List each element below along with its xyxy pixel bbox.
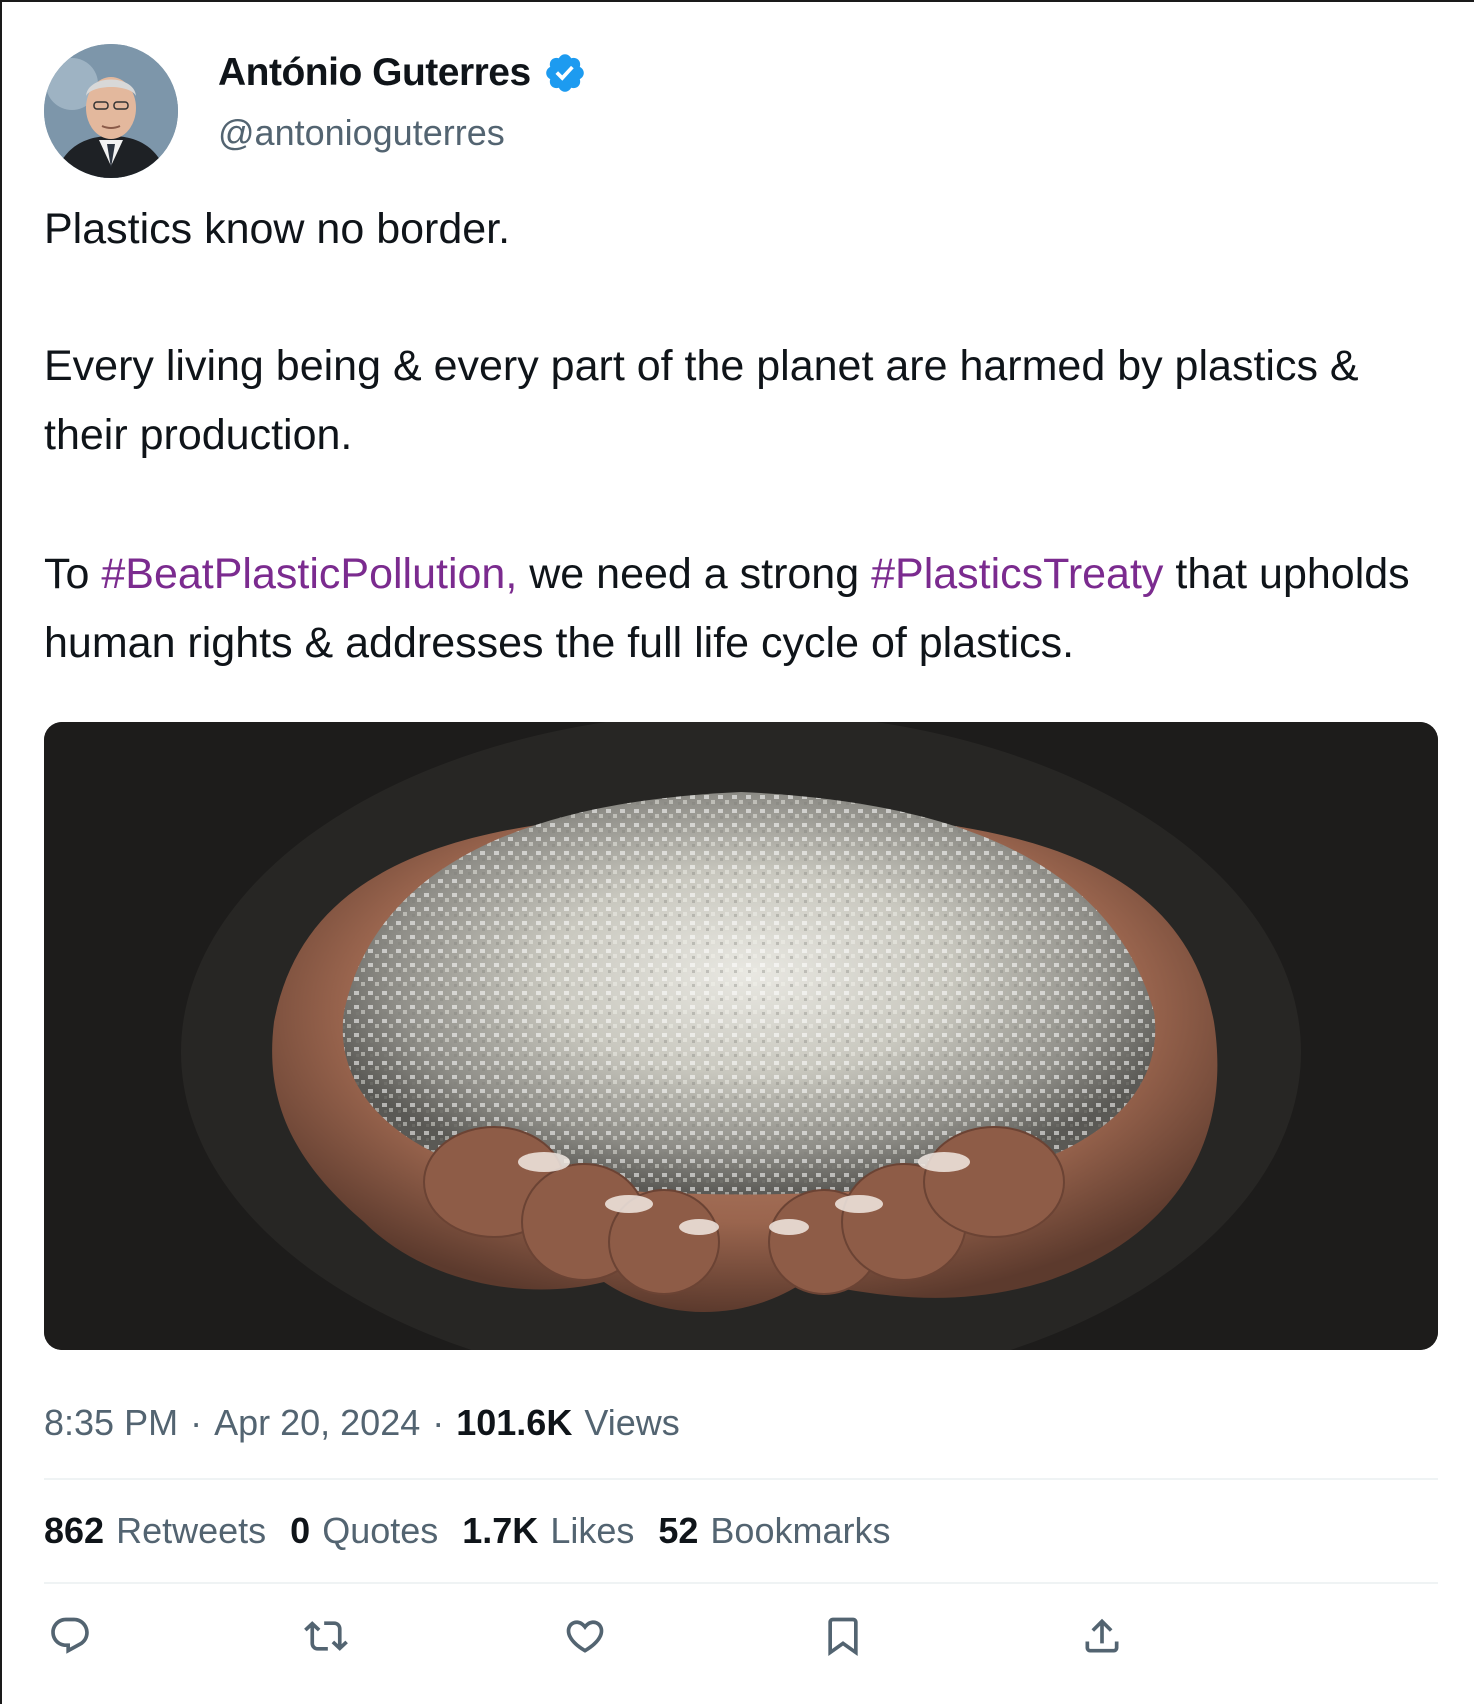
hashtag-plasticstreaty[interactable]: #PlasticsTreaty — [871, 550, 1163, 598]
tweet-stats: 862 Retweets 0 Quotes 1.7K Likes 52 Book… — [44, 1506, 914, 1556]
verified-badge-icon — [545, 54, 584, 92]
tweet-text-paragraph-3: To #BeatPlasticPollution, we need a stro… — [44, 540, 1454, 678]
hashtag-beatplasticpollution[interactable]: #BeatPlasticPollution, — [101, 550, 517, 598]
tweet-text-line-1: Plastics know no border. — [44, 205, 511, 253]
tweet-date[interactable]: Apr 20, 2024 — [214, 1402, 420, 1444]
share-button[interactable] — [1078, 1612, 1126, 1660]
retweets-label: Retweets — [116, 1510, 267, 1551]
bookmarks-count: 52 — [658, 1510, 699, 1551]
bookmark-icon — [828, 1617, 858, 1657]
divider — [44, 1582, 1438, 1584]
views-count: 101.6K — [456, 1402, 573, 1443]
share-icon — [1085, 1618, 1119, 1653]
plastic-pellets-photo-icon — [44, 722, 1438, 1350]
tweet-time[interactable]: 8:35 PM — [44, 1402, 178, 1444]
tweet-meta: 8:35 PM · Apr 20, 2024 · 101.6K Views — [44, 1398, 680, 1448]
like-button[interactable] — [561, 1612, 609, 1660]
retweet-icon — [304, 1621, 348, 1651]
retweets-count: 862 — [44, 1510, 105, 1551]
reply-icon — [51, 1617, 89, 1654]
bookmarks-label: Bookmarks — [710, 1510, 891, 1551]
author-name-row: António Guterres — [218, 50, 587, 96]
separator-dot: · — [190, 1402, 203, 1443]
quotes-stat[interactable]: 0 Quotes — [290, 1510, 438, 1552]
tweet-text-paragraph-2: Every living being & every part of the p… — [44, 342, 1359, 459]
quotes-count: 0 — [290, 1510, 311, 1551]
tweet-actions-bar — [44, 1612, 1438, 1672]
views-label: Views — [584, 1402, 680, 1443]
avatar[interactable] — [44, 44, 178, 178]
retweets-stat[interactable]: 862 Retweets — [44, 1510, 266, 1552]
likes-stat[interactable]: 1.7K Likes — [462, 1510, 634, 1552]
text-segment: To — [44, 550, 102, 598]
likes-label: Likes — [550, 1510, 635, 1551]
like-icon — [566, 1620, 604, 1653]
likes-count: 1.7K — [462, 1510, 539, 1551]
reply-button[interactable] — [46, 1612, 94, 1660]
bookmarks-stat[interactable]: 52 Bookmarks — [658, 1510, 890, 1552]
retweet-button[interactable] — [302, 1612, 350, 1660]
author-name[interactable]: António Guterres — [218, 51, 531, 95]
quotes-label: Quotes — [322, 1510, 439, 1551]
divider — [44, 1478, 1438, 1480]
tweet-card: António Guterres @antonioguterres Plasti… — [0, 0, 1474, 1704]
bookmark-button[interactable] — [819, 1612, 867, 1660]
author-handle[interactable]: @antonioguterres — [218, 112, 505, 154]
profile-photo-icon — [44, 44, 178, 178]
separator-dot: · — [432, 1402, 445, 1443]
text-segment: we need a strong — [517, 550, 872, 598]
tweet-media-photo[interactable] — [44, 722, 1438, 1350]
